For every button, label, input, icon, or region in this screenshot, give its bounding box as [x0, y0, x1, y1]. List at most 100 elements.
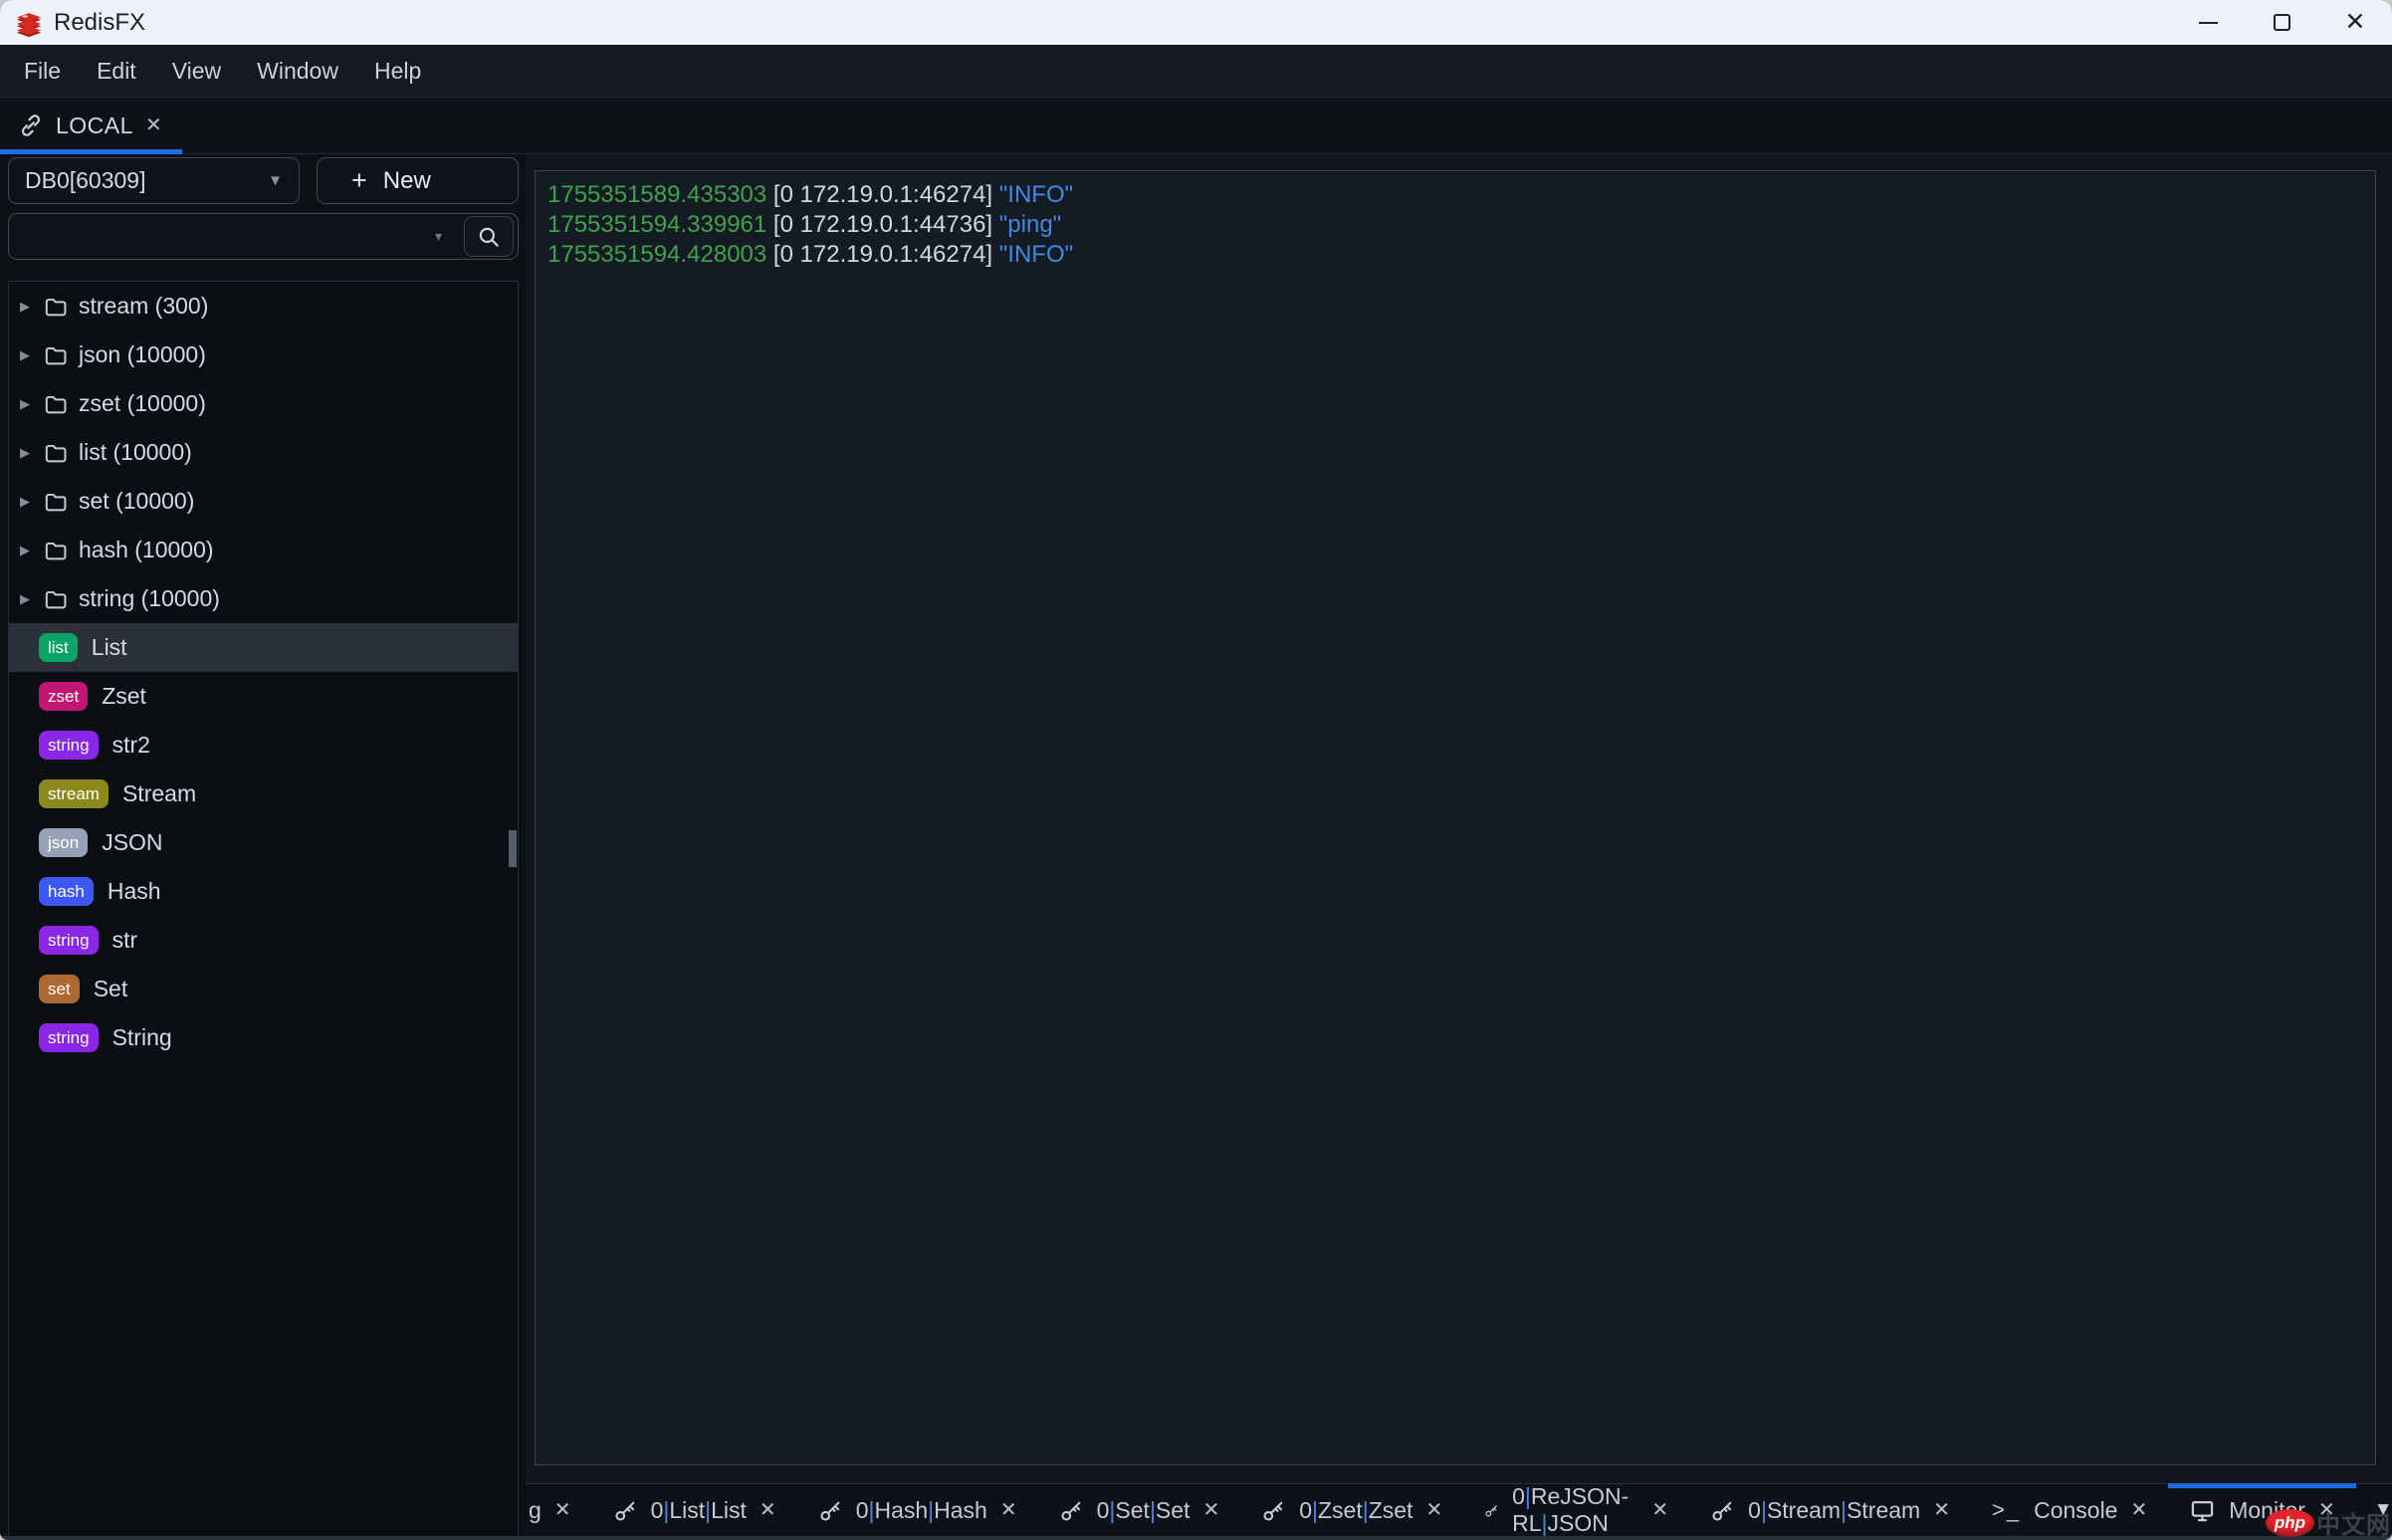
tree-key-row[interactable]: string str2 — [9, 721, 518, 770]
folder-icon — [43, 586, 69, 612]
tree-key-row[interactable]: stringString — [9, 1013, 518, 1062]
key-icon — [818, 1498, 843, 1523]
tree-folder-row[interactable]: ▶list (10000) — [9, 428, 518, 477]
close-tab-icon[interactable]: ✕ — [1425, 1500, 1442, 1520]
expand-arrow-icon[interactable]: ▶ — [17, 445, 33, 461]
log-client-address: [0 172.19.0.1:46274] — [766, 181, 999, 208]
expand-arrow-icon[interactable]: ▶ — [17, 494, 33, 510]
tree-folder-row[interactable]: ▶ zset (10000) — [9, 379, 518, 428]
menu-item-edit[interactable]: Edit — [79, 58, 154, 85]
search-row: ▾ — [8, 213, 519, 260]
bottom-tabbar: g ✕ 0|List|List✕0|Hash|Hash✕0|Set|Set✕0|… — [526, 1483, 2392, 1536]
expand-arrow-icon[interactable]: ▶ — [17, 591, 33, 607]
folder-icon — [43, 391, 69, 417]
tree-key-row[interactable]: stream Stream — [9, 770, 518, 818]
close-tab-icon[interactable]: ✕ — [554, 1500, 571, 1520]
expand-arrow-icon[interactable]: ▶ — [17, 347, 33, 363]
close-tab-icon[interactable]: ✕ — [1202, 1500, 1219, 1520]
tree-key-row[interactable]: stringstr — [9, 916, 518, 965]
key-type-badge: stream — [39, 779, 109, 808]
folder-icon — [43, 489, 69, 515]
key-icon — [1261, 1498, 1286, 1523]
menu-item-help[interactable]: Help — [356, 58, 439, 85]
key-type-badge: list — [39, 633, 78, 662]
close-tab-icon[interactable]: ✕ — [1000, 1500, 1017, 1520]
tree-key-row[interactable]: hashHash — [9, 867, 518, 916]
folder-icon — [43, 440, 69, 466]
tab-console[interactable]: >_ Console ✕ — [1971, 1484, 2168, 1536]
tree-key-row[interactable]: jsonJSON — [9, 818, 518, 867]
window-bottom-edge — [0, 1536, 2392, 1540]
close-tab-icon[interactable]: ✕ — [1651, 1500, 1668, 1520]
search-icon — [476, 224, 502, 250]
new-button-label: New — [383, 167, 431, 195]
search-history-caret-icon[interactable]: ▾ — [435, 228, 442, 245]
tab-key-list[interactable]: 0|List|List✕ — [592, 1484, 797, 1536]
expand-arrow-icon[interactable]: ▶ — [17, 299, 33, 315]
tree-folder-row[interactable]: ▶set (10000) — [9, 477, 518, 526]
link-icon — [18, 112, 44, 138]
maximize-button[interactable] — [2245, 0, 2318, 45]
key-name: str2 — [112, 732, 150, 759]
search-box: ▾ — [8, 213, 519, 260]
close-tab-icon[interactable]: ✕ — [760, 1500, 776, 1520]
tab-key-hash[interactable]: 0|Hash|Hash✕ — [797, 1484, 1038, 1536]
search-button[interactable] — [464, 216, 514, 257]
key-name: Stream — [122, 780, 196, 807]
close-icon: ✕ — [2345, 10, 2366, 35]
log-client-address: [0 172.19.0.1:44736] — [766, 211, 999, 238]
close-connection-icon[interactable]: ✕ — [145, 115, 162, 135]
sidebar-scrollbar-thumb[interactable] — [509, 830, 517, 867]
titlebar: RedisFX ✕ — [0, 0, 2392, 45]
tree-key-row[interactable]: zsetZset — [9, 672, 518, 721]
folder-label: string (10000) — [79, 585, 220, 612]
tab-key-zset[interactable]: 0|Zset|Zset✕ — [1240, 1484, 1463, 1536]
chevron-down-icon: ▼ — [268, 172, 283, 189]
tree-key-row[interactable]: listList — [9, 623, 518, 672]
log-command: "INFO" — [999, 181, 1073, 208]
tab-key-set[interactable]: 0|Set|Set✕ — [1038, 1484, 1241, 1536]
folder-label: zset (10000) — [79, 390, 206, 417]
tree-folder-row[interactable]: ▶ string (10000) — [9, 574, 518, 623]
key-type-badge: set — [39, 975, 80, 1003]
watermark-php-badge: php — [2266, 1509, 2314, 1537]
menu-item-file[interactable]: File — [6, 58, 79, 85]
key-name: Zset — [102, 683, 146, 710]
sidebar: DB0[60309] ▼ + New ▾ — [0, 154, 526, 1536]
minimize-button[interactable] — [2171, 0, 2245, 45]
menu-item-view[interactable]: View — [154, 58, 239, 85]
key-icon — [613, 1498, 638, 1523]
log-timestamp: 1755351594.428003 — [547, 241, 766, 268]
terminal-icon: >_ — [1992, 1497, 2021, 1523]
menubar-items: FileEditViewWindowHelp — [0, 45, 2392, 98]
db-selector[interactable]: DB0[60309] ▼ — [8, 157, 300, 204]
monitor-log-line: 1755351594.428003 [0 172.19.0.1:46274] "… — [547, 240, 2363, 270]
tree-folder-row[interactable]: ▶hash (10000) — [9, 526, 518, 574]
tab-key-stream[interactable]: 0|Stream|Stream ✕ — [1689, 1484, 1971, 1536]
monitor-log-line: 1755351594.339961 [0 172.19.0.1:44736] "… — [547, 210, 2363, 240]
connection-tab-local[interactable]: LOCAL ✕ — [0, 98, 182, 153]
log-client-address: [0 172.19.0.1:46274] — [766, 241, 999, 268]
window-controls: ✕ — [2171, 0, 2392, 45]
tree-folder-row[interactable]: ▶ json (10000) — [9, 330, 518, 379]
log-timestamp: 1755351589.435303 — [547, 181, 766, 208]
monitor-output-panel: 1755351589.435303 [0 172.19.0.1:46274] "… — [535, 170, 2376, 1465]
tab-key-truncated[interactable]: g ✕ — [526, 1484, 592, 1536]
tree-key-row[interactable]: setSet — [9, 965, 518, 1013]
tab-key-json[interactable]: 0|ReJSON-RL|JSON✕ — [1463, 1484, 1689, 1536]
close-tab-icon[interactable]: ✕ — [2130, 1500, 2147, 1520]
search-input[interactable] — [23, 224, 435, 250]
tree-folder-row[interactable]: ▶stream (300) — [9, 282, 518, 330]
new-key-button[interactable]: + New — [317, 157, 519, 204]
key-tree: ▶stream (300)▶json (10000)▶zset (10000)▶… — [8, 281, 519, 1536]
menu-item-window[interactable]: Window — [239, 58, 356, 85]
tab-label: 0|Stream|Stream — [1748, 1497, 1920, 1524]
key-type-badge: string — [39, 926, 99, 955]
close-window-button[interactable]: ✕ — [2318, 0, 2392, 45]
key-type-badge: string — [39, 731, 99, 760]
close-tab-icon[interactable]: ✕ — [1933, 1500, 1950, 1520]
expand-arrow-icon[interactable]: ▶ — [17, 543, 33, 558]
tree-rows: ▶stream (300)▶json (10000)▶zset (10000)▶… — [9, 282, 518, 1062]
expand-arrow-icon[interactable]: ▶ — [17, 396, 33, 412]
folder-label: json (10000) — [79, 341, 206, 368]
